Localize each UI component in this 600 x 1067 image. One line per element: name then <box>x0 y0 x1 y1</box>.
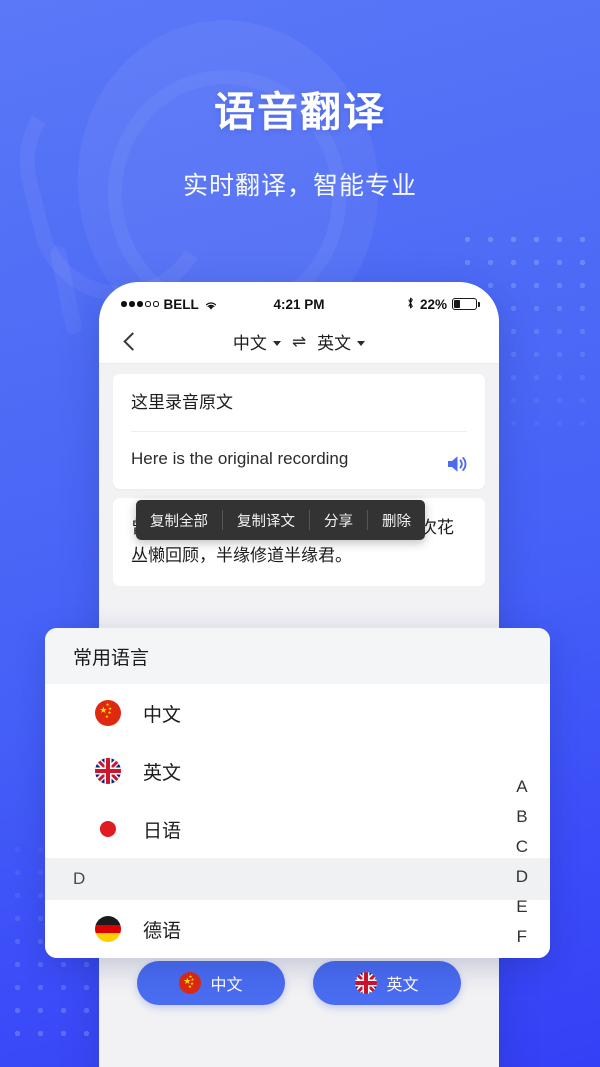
language-picker-sheet: 常用语言 ★ ★ ★ ★ ★ 中文 英文 日语 D 德语 <box>45 628 550 958</box>
language-item-label: 日语 <box>143 820 182 842</box>
context-menu-item-share[interactable]: 分享 <box>310 500 367 540</box>
card-divider <box>131 430 467 432</box>
source-text: 这里录音原文 <box>131 393 233 412</box>
record-button-row: ★ ★ ★ ★ ★ 中文 英文 <box>113 961 485 1006</box>
context-menu-item-delete[interactable]: 删除 <box>368 500 425 540</box>
target-language-selector[interactable]: 英文 <box>317 329 366 354</box>
record-button-source[interactable]: ★ ★ ★ ★ ★ 中文 <box>137 961 285 1006</box>
language-item-label: 德语 <box>143 920 182 942</box>
source-language-label: 中文 <box>232 334 267 353</box>
bluetooth-icon <box>406 296 415 313</box>
language-section-header-d: D <box>45 858 550 900</box>
flag-uk-icon <box>355 972 378 995</box>
alphabet-index-a[interactable]: A <box>516 778 527 795</box>
language-item-german[interactable]: 德语 <box>45 900 550 958</box>
nav-bar: 中文 ⇌ 英文 <box>99 320 499 364</box>
flag-de-icon <box>95 916 121 942</box>
carrier-label: BELL <box>163 296 199 312</box>
status-bar-right: 22% <box>325 296 480 313</box>
battery-icon <box>452 298 480 310</box>
speaker-icon[interactable] <box>445 453 469 475</box>
flag-cn-icon: ★ ★ ★ ★ ★ <box>179 972 202 995</box>
promo-banner: 语音翻译 实时翻译，智能专业 BELL 4:21 PM 22% 中文 ⇌ 英文 … <box>0 0 600 1067</box>
alphabet-index-e[interactable]: E <box>516 898 527 915</box>
alphabet-index-f[interactable]: F <box>517 928 527 945</box>
translation-card-first[interactable]: 这里录音原文 Here is the original recording <box>113 374 485 489</box>
status-bar-time: 4:21 PM <box>273 296 325 312</box>
language-item-english[interactable]: 英文 <box>45 742 550 800</box>
record-button-source-label: 中文 <box>210 977 243 995</box>
language-item-japanese[interactable]: 日语 <box>45 800 550 858</box>
context-menu-item-copy-all[interactable]: 复制全部 <box>136 500 222 540</box>
target-language-label: 英文 <box>317 334 352 353</box>
flag-uk-icon <box>95 758 121 784</box>
context-menu-item-copy-translation[interactable]: 复制译文 <box>223 500 309 540</box>
context-menu: 复制全部 复制译文 分享 删除 <box>136 500 425 540</box>
swap-languages-icon[interactable]: ⇌ <box>292 332 306 352</box>
promo-title: 语音翻译 <box>214 89 386 135</box>
language-item-label: 英文 <box>143 762 182 784</box>
chevron-down-icon <box>272 340 281 346</box>
battery-percent-label: 22% <box>419 296 447 312</box>
language-item-chinese[interactable]: ★ ★ ★ ★ ★ 中文 <box>45 684 550 742</box>
alphabet-index[interactable]: A B C D E F <box>516 778 528 945</box>
language-list: ★ ★ ★ ★ ★ 中文 英文 日语 D 德语 <box>45 684 550 958</box>
chevron-down-icon <box>357 340 366 346</box>
status-bar: BELL 4:21 PM 22% <box>99 282 499 320</box>
status-bar-left: BELL <box>121 297 273 312</box>
flag-cn-icon: ★ ★ ★ ★ ★ <box>95 700 121 726</box>
alphabet-index-c[interactable]: C <box>516 838 528 855</box>
translated-text: Here is the original recording <box>131 448 349 468</box>
record-button-target-label: 英文 <box>386 977 419 995</box>
promo-subtitle: 实时翻译，智能专业 <box>182 172 417 200</box>
language-item-label: 中文 <box>143 704 182 726</box>
language-sheet-title: 常用语言 <box>45 628 550 684</box>
signal-strength-icon <box>121 301 159 307</box>
back-chevron-icon[interactable] <box>119 331 141 353</box>
alphabet-index-b[interactable]: B <box>516 808 527 825</box>
alphabet-index-d[interactable]: D <box>516 868 528 885</box>
language-switcher: 中文 ⇌ 英文 <box>99 329 499 354</box>
record-button-target[interactable]: 英文 <box>313 961 461 1006</box>
wifi-icon <box>204 299 218 310</box>
source-language-selector[interactable]: 中文 <box>233 329 281 354</box>
flag-jp-icon <box>95 816 121 842</box>
